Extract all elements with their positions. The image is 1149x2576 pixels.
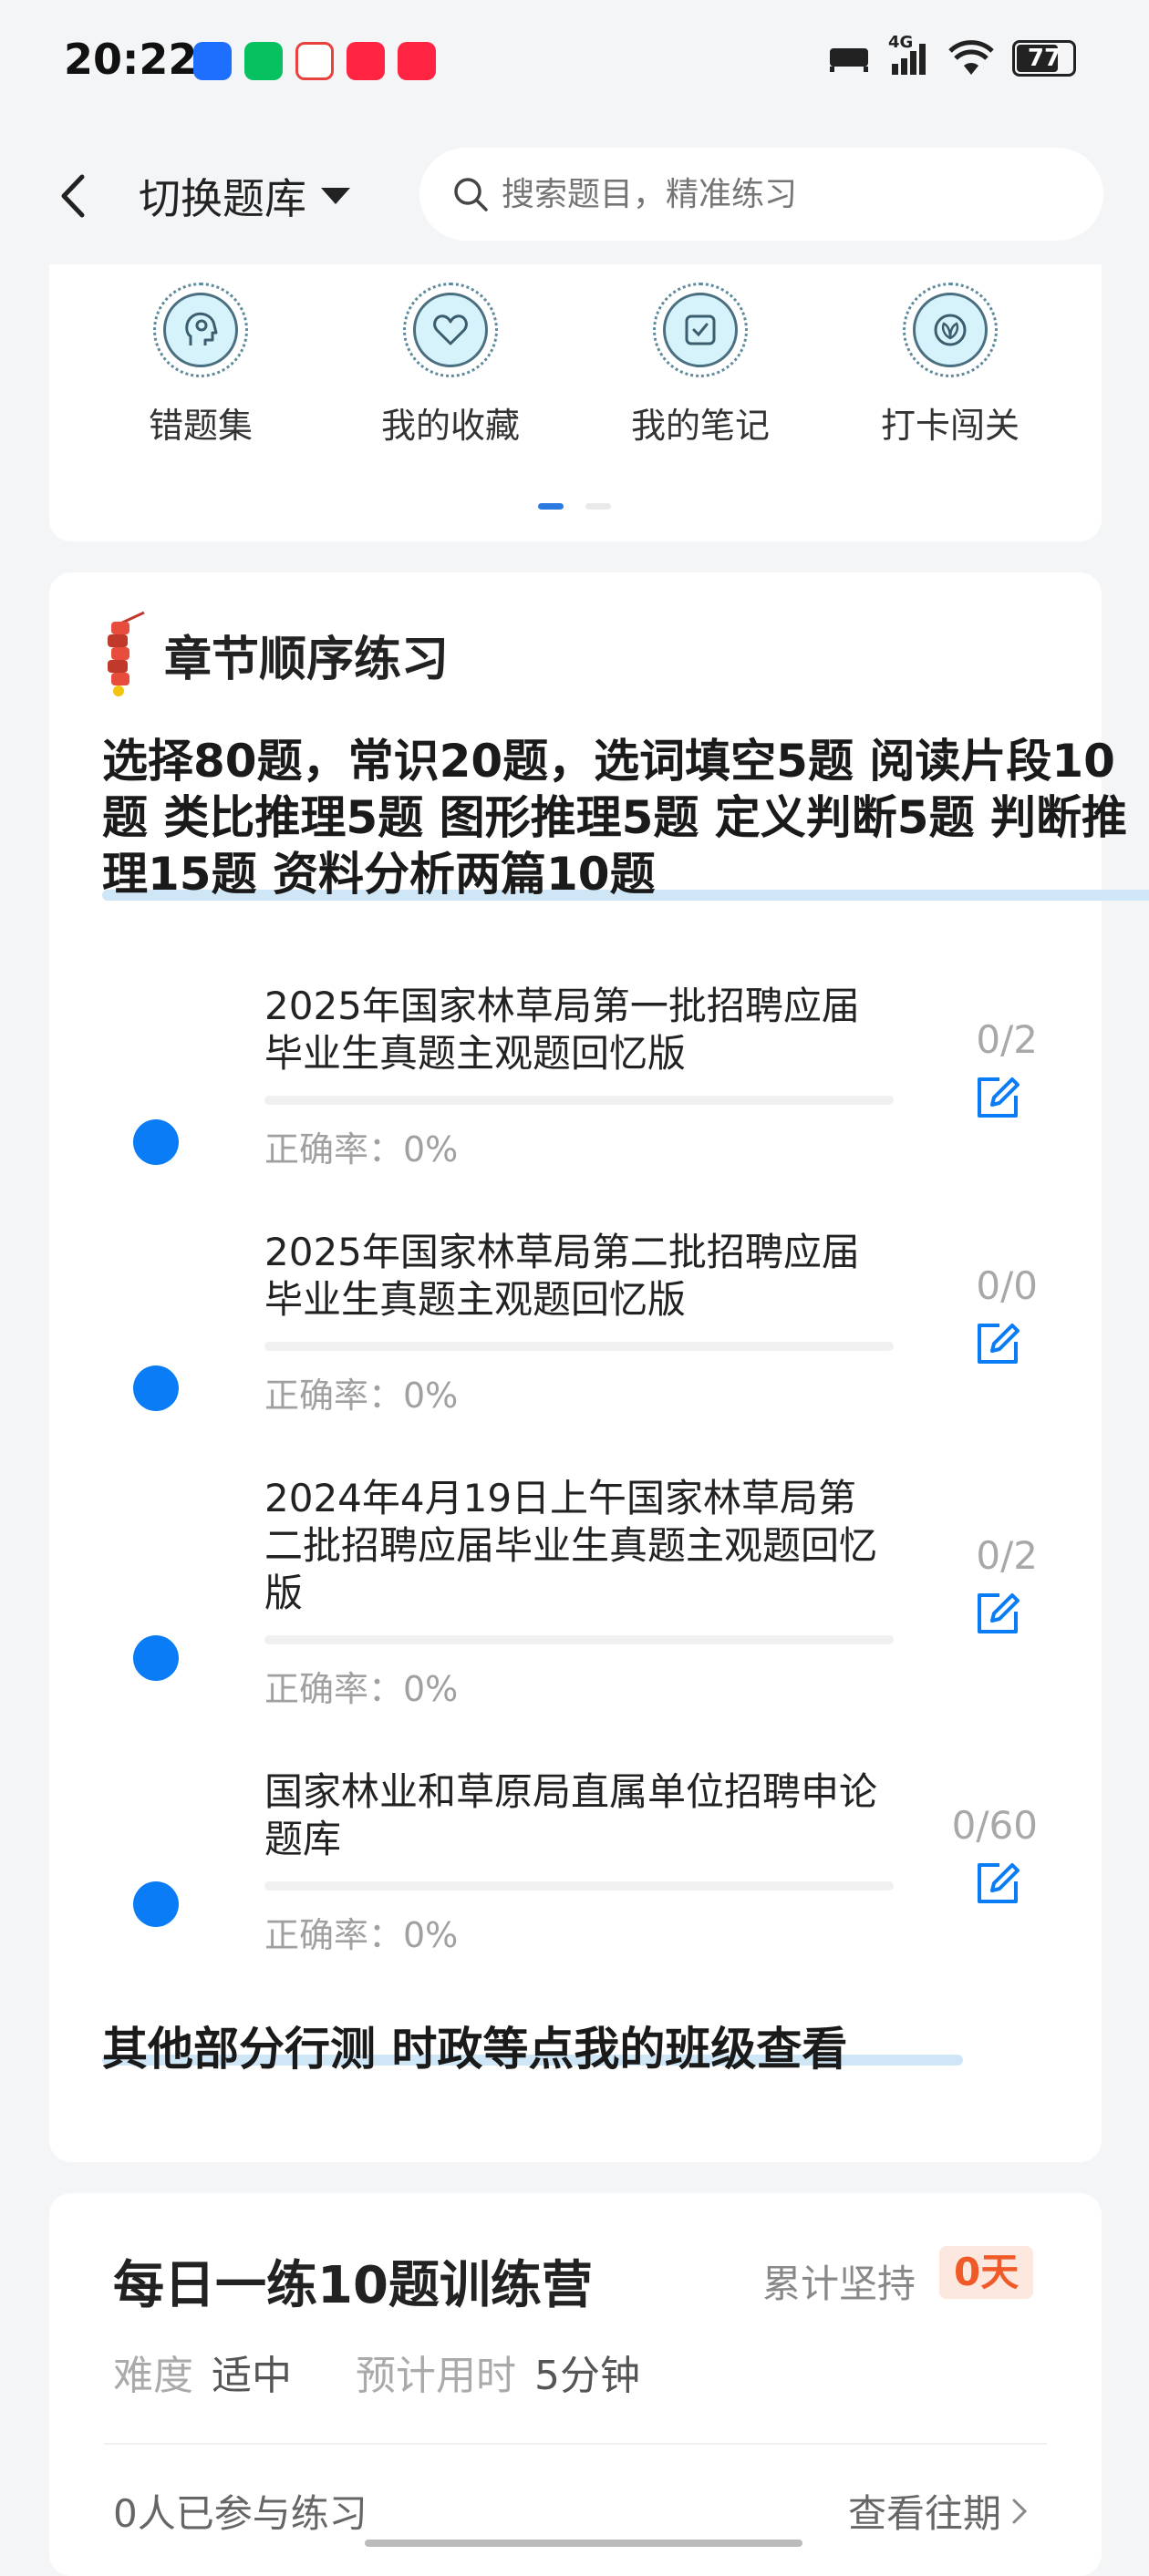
chevron-right-icon <box>1012 2499 1028 2523</box>
difficulty-label: 难度 <box>113 2353 193 2399</box>
heart-icon <box>413 293 488 367</box>
chapter-progress-bar <box>264 1096 894 1105</box>
quick-action-notes[interactable]: 我的笔记 <box>627 283 773 448</box>
other-sections-link[interactable]: 其他部分行测 时政等点我的班级查看 <box>102 2013 847 2078</box>
xiaohongshu-icon <box>398 42 436 80</box>
edit-icon[interactable] <box>972 1072 1023 1123</box>
quick-icon-ring <box>903 283 998 377</box>
chapter-practice-card: 章节顺序练习 选择80题，常识20题，选词填空5题 阅读片段10题 类比推理5题… <box>49 572 1149 2162</box>
switch-bank-dropdown[interactable]: 切换题库 <box>139 166 350 226</box>
status-bar: 20:22 4G 77 <box>0 0 1149 128</box>
divider <box>104 2443 1047 2445</box>
participants-count: 0人已参与练习 <box>113 2491 367 2536</box>
quick-icon-ring <box>403 283 498 377</box>
chapter-description: 选择80题，常识20题，选词填空5题 阅读片段10题 类比推理5题 图形推理5题… <box>102 735 1127 901</box>
wechat-icon <box>244 42 283 80</box>
wifi-icon <box>948 40 994 75</box>
chapter-item-name: 2024年4月19日上午国家林草局第二批招聘应届毕业生真题主观题回忆版 <box>264 1476 878 1615</box>
app-icon-blue <box>193 42 232 80</box>
chapter-count: 0/2 <box>976 1533 1038 1578</box>
chapter-accuracy: 正确率：0% <box>264 1129 459 1170</box>
leaf-icon <box>913 293 988 367</box>
edit-icon[interactable] <box>972 1858 1023 1909</box>
firecracker-icon <box>108 611 145 696</box>
battery-level: 77 <box>1027 45 1061 72</box>
caret-down-icon <box>321 188 350 204</box>
chapter-progress-bar <box>264 1342 894 1351</box>
status-time: 20:22 <box>64 35 198 84</box>
search-bar[interactable] <box>419 148 1103 241</box>
home-indicator[interactable] <box>365 2540 802 2547</box>
daily-meta: 难度 适中 预计用时 5分钟 <box>113 2343 704 2401</box>
persist-label: 累计坚持 <box>762 2262 916 2306</box>
top-nav: 切换题库 <box>0 128 1149 264</box>
quick-action-checkin[interactable]: 打卡闯关 <box>877 283 1023 448</box>
difficulty-value: 适中 <box>212 2353 292 2399</box>
edit-icon[interactable] <box>972 1588 1023 1639</box>
quick-action-label: 我的笔记 <box>630 406 770 446</box>
app-icon-red-triangle <box>295 42 334 80</box>
time-label: 预计用时 <box>356 2353 516 2399</box>
head-icon <box>163 293 238 367</box>
quick-action-label: 打卡闯关 <box>880 406 1020 446</box>
quick-action-label: 我的收藏 <box>380 406 520 446</box>
notification-icons <box>193 42 436 80</box>
persist-badge: 0天 <box>939 2246 1034 2299</box>
back-icon[interactable] <box>47 164 102 228</box>
chapter-count: 0/60 <box>951 1803 1038 1848</box>
signal-icon: 4G <box>888 33 930 77</box>
chapter-item-name: 2025年国家林草局第二批招聘应届毕业生真题主观题回忆版 <box>264 1230 860 1322</box>
chapter-count: 0/0 <box>976 1263 1038 1308</box>
page-dot-active <box>538 503 564 510</box>
switch-bank-label: 切换题库 <box>139 174 306 223</box>
chapter-header: 章节顺序练习 <box>100 611 449 698</box>
xiaohongshu-icon <box>347 42 385 80</box>
chapter-accuracy: 正确率：0% <box>264 1669 459 1709</box>
battery-icon: 77 <box>1012 40 1076 77</box>
quick-action-wrong-set[interactable]: 错题集 <box>128 283 274 448</box>
quick-action-favorites[interactable]: 我的收藏 <box>378 283 523 448</box>
chapter-item-name: 国家林业和草原局直属单位招聘申论题库 <box>264 1769 878 1861</box>
quick-icon-ring <box>153 283 248 377</box>
system-icons: 4G 77 <box>828 33 1076 77</box>
search-icon <box>454 178 488 211</box>
edit-icon[interactable] <box>972 1318 1023 1369</box>
quick-icon-ring <box>653 283 748 377</box>
chapter-progress-bar <box>264 1881 894 1891</box>
daily-title: 每日一练10题训练营 <box>113 2256 593 2315</box>
chapter-dot <box>133 1635 179 1681</box>
chapter-dot <box>133 1365 179 1411</box>
note-check-icon <box>663 293 738 367</box>
daily-practice-card[interactable]: 每日一练10题训练营 累计坚持 0天 难度 适中 预计用时 5分钟 0人已参与练… <box>49 2193 1102 2576</box>
view-past-link[interactable]: 查看往期 <box>848 2483 1029 2539</box>
quick-action-label: 错题集 <box>148 406 253 446</box>
chapter-accuracy: 正确率：0% <box>264 1376 459 1416</box>
page-dot <box>585 503 611 510</box>
bed-icon <box>830 48 868 72</box>
chapter-accuracy: 正确率：0% <box>264 1915 459 1955</box>
chapter-count: 0/2 <box>976 1017 1038 1062</box>
page-indicator <box>538 503 611 510</box>
chapter-dot <box>133 1881 179 1927</box>
time-value: 5分钟 <box>534 2353 640 2399</box>
quick-actions-card: 错题集 我的收藏 我的笔记 打卡闯关 <box>49 264 1102 541</box>
chapter-item-name: 2025年国家林草局第一批招聘应届毕业生真题主观题回忆版 <box>264 984 860 1076</box>
chapter-title: 章节顺序练习 <box>164 632 450 687</box>
view-past-label: 查看往期 <box>847 2491 1001 2536</box>
search-input[interactable] <box>500 174 1051 214</box>
chapter-progress-bar <box>264 1635 894 1644</box>
chapter-dot <box>133 1119 179 1165</box>
